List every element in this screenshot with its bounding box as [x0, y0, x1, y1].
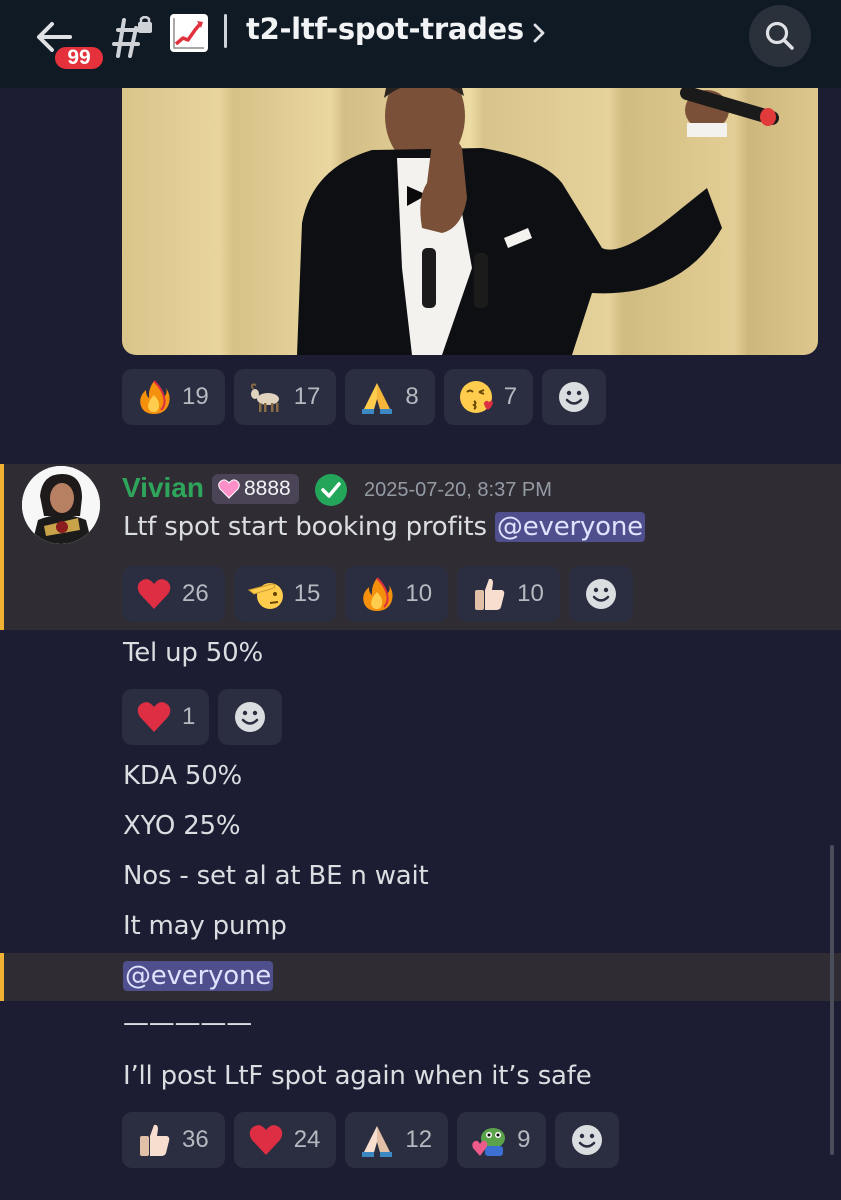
- reaction-fire[interactable]: 19: [122, 369, 225, 425]
- reaction-count: 24: [293, 1126, 321, 1153]
- reaction-heart[interactable]: 1: [122, 689, 210, 745]
- unread-badge: 99: [52, 44, 106, 72]
- add-reaction-button[interactable]: [555, 1112, 620, 1168]
- chart-increasing-icon: [170, 14, 208, 52]
- reaction-count: 17: [293, 383, 321, 410]
- folded-hands-emoji-icon: [362, 383, 393, 414]
- saluting-face-emoji-icon: [247, 583, 283, 609]
- message-text: Tel up 50%: [123, 638, 263, 668]
- message-text: KDA 50%: [123, 761, 243, 791]
- reaction-thumbs-up[interactable]: 10: [457, 566, 560, 622]
- avatar[interactable]: [22, 466, 100, 544]
- author-name[interactable]: Vivian: [122, 472, 204, 504]
- thumbs-up-emoji-icon: [140, 1124, 170, 1156]
- verified-check-icon: [315, 474, 347, 506]
- locked-hash-icon: [112, 16, 152, 58]
- add-reaction-smiley-icon: [235, 702, 266, 732]
- fire-emoji-icon: [363, 577, 394, 611]
- reaction-salute[interactable]: 15: [233, 566, 337, 622]
- fire-emoji-icon: [140, 380, 170, 414]
- goat-emoji-icon: [250, 383, 279, 412]
- add-reaction-smiley-icon: [572, 1125, 603, 1155]
- reaction-count: 10: [517, 580, 544, 607]
- message-text: It may pump: [123, 911, 287, 941]
- reaction-heart[interactable]: 24: [233, 1112, 337, 1168]
- reaction-bar: 36 24 12 9: [122, 1112, 620, 1168]
- message-text: @everyone: [123, 961, 274, 991]
- add-reaction-smiley-icon: [559, 382, 590, 412]
- gif-attachment[interactable]: [122, 88, 818, 355]
- folded-hands-emoji-icon: [362, 1126, 393, 1157]
- reaction-count: 19: [182, 383, 209, 410]
- reaction-count: 9: [517, 1126, 531, 1153]
- reaction-kiss[interactable]: 7: [443, 369, 534, 425]
- reaction-count: 36: [182, 1126, 209, 1153]
- reaction-thumbs-up[interactable]: 36: [122, 1112, 225, 1168]
- reaction-count: 1: [182, 703, 196, 730]
- reaction-pepe-love[interactable]: 9: [457, 1112, 547, 1168]
- channel-name[interactable]: t2-ltf-spot-trades: [246, 12, 524, 46]
- reaction-count: 10: [405, 580, 433, 607]
- search-icon: [765, 21, 794, 50]
- pink-heart-icon: [218, 479, 240, 499]
- timestamp: 2025-07-20, 8:37 PM: [364, 479, 552, 501]
- message-divider-text: —————: [123, 1008, 253, 1038]
- reaction-folded-hands[interactable]: 8: [345, 369, 435, 425]
- reaction-count: 26: [182, 580, 209, 607]
- header-divider: [224, 14, 227, 48]
- role-tag-label: 8888: [244, 477, 291, 500]
- reaction-heart[interactable]: 26: [122, 566, 225, 622]
- everyone-mention[interactable]: @everyone: [494, 512, 645, 542]
- add-reaction-button[interactable]: [542, 369, 607, 425]
- reaction-bar: 19 17 8 7: [122, 369, 607, 425]
- search-button[interactable]: [749, 5, 811, 67]
- thumbs-up-emoji-icon: [475, 578, 505, 610]
- add-reaction-button[interactable]: [568, 566, 633, 622]
- message-text-body: Ltf spot start booking profits: [123, 512, 495, 542]
- add-reaction-button[interactable]: [218, 689, 283, 745]
- red-heart-emoji-icon: [137, 579, 171, 609]
- reaction-fire[interactable]: 10: [345, 566, 449, 622]
- message-text: Nos - set al at BE n wait: [123, 861, 429, 891]
- channel-header: 99 t2-ltf-spot-trades: [0, 0, 841, 88]
- message-text: I’ll post LtF spot again when it’s safe: [123, 1061, 592, 1091]
- gif-image: [297, 88, 779, 355]
- message-text: Ltf spot start booking profits @everyone: [123, 512, 645, 542]
- everyone-mention[interactable]: @everyone: [123, 961, 274, 991]
- chevron-right-icon[interactable]: [532, 22, 546, 44]
- message-text: XYO 25%: [123, 811, 241, 841]
- face-blowing-kiss-emoji-icon: [459, 381, 493, 413]
- reaction-count: 15: [293, 580, 321, 607]
- reaction-goat[interactable]: 17: [233, 369, 337, 425]
- scrollbar[interactable]: [830, 845, 834, 1155]
- reaction-count: 12: [405, 1126, 433, 1153]
- add-reaction-smiley-icon: [585, 579, 616, 609]
- reaction-bar: 1: [122, 689, 283, 745]
- reaction-bar: 26 15 10 10: [122, 566, 633, 622]
- reaction-count: 8: [405, 383, 419, 410]
- role-tag[interactable]: 8888: [212, 474, 299, 504]
- red-heart-emoji-icon: [137, 702, 171, 732]
- reaction-folded-hands[interactable]: 12: [345, 1112, 449, 1168]
- reaction-count: 7: [503, 383, 518, 410]
- pepe-love-emoji-icon: [472, 1128, 506, 1156]
- red-heart-emoji-icon: [249, 1125, 282, 1155]
